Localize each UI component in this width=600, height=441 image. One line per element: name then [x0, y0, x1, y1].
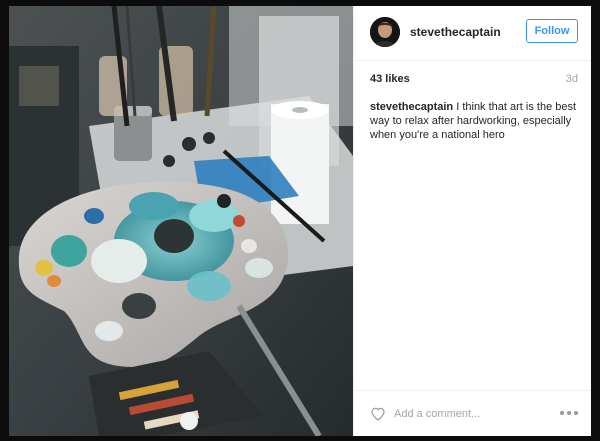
- post-photo[interactable]: [9, 6, 353, 436]
- dot-icon: [574, 411, 578, 415]
- comment-input[interactable]: [394, 404, 544, 424]
- post-timestamp[interactable]: 3d: [566, 73, 578, 85]
- post-sidebar: stevethecaptain Follow 43 likes 3d steve…: [353, 6, 591, 436]
- caption-username-link[interactable]: stevethecaptain: [370, 101, 453, 113]
- avatar-image: [370, 17, 400, 47]
- post-modal: stevethecaptain Follow 43 likes 3d steve…: [9, 6, 591, 436]
- avatar[interactable]: [370, 17, 400, 47]
- username-link[interactable]: stevethecaptain: [410, 25, 501, 39]
- like-count[interactable]: 43 likes: [370, 73, 410, 85]
- heart-icon[interactable]: [370, 406, 386, 422]
- comment-bar: [354, 390, 591, 436]
- post-caption: stevethecaptain I think that art is the …: [370, 100, 578, 142]
- post-header: stevethecaptain Follow: [354, 6, 591, 61]
- dot-icon: [567, 411, 571, 415]
- dot-icon: [560, 411, 564, 415]
- palette-photo-illustration: [9, 6, 353, 436]
- more-options-icon[interactable]: [560, 411, 578, 417]
- follow-button[interactable]: Follow: [526, 19, 578, 43]
